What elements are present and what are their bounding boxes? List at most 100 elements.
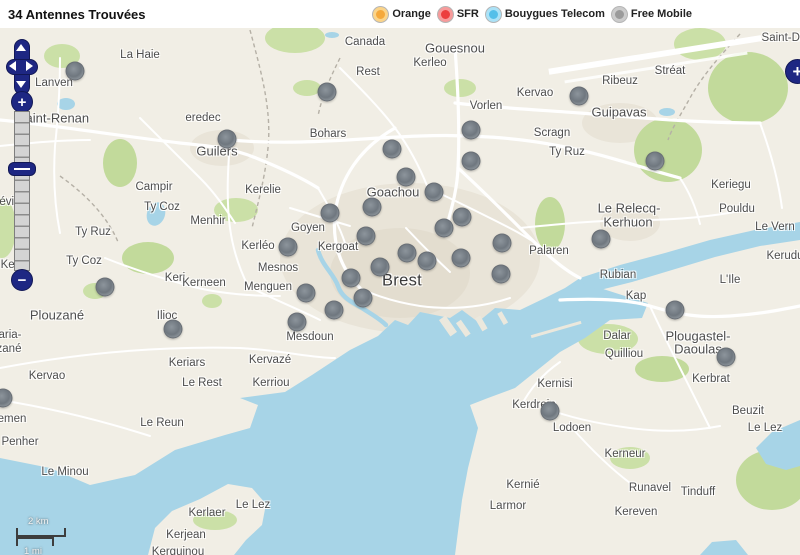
antenna-marker[interactable] (570, 87, 589, 106)
place-label: Daoulas (674, 342, 722, 357)
legend-item: Orange (373, 7, 431, 22)
antenna-marker[interactable] (363, 198, 382, 217)
place-label: Plouzané (30, 308, 84, 323)
place-label: Ty Ruz (549, 146, 585, 158)
place-label: aria- (0, 329, 22, 341)
place-label: Dalar (603, 330, 630, 342)
legend: Orange SFR Bouygues Telecom Free Mobile (373, 0, 692, 28)
legend-label: Orange (392, 8, 431, 20)
antenna-marker[interactable] (288, 313, 307, 332)
place-label: Ty Ruz (75, 226, 111, 238)
antenna-marker[interactable] (462, 121, 481, 140)
place-label: Kergoat (318, 241, 358, 253)
place-label: Kerudu (766, 250, 800, 262)
scale-mi-bar (16, 537, 54, 546)
antenna-marker[interactable] (398, 244, 417, 263)
antenna-marker[interactable] (462, 152, 481, 171)
legend-item: Free Mobile (612, 7, 692, 22)
place-label: Penher (1, 436, 38, 448)
map-canvas (0, 28, 800, 555)
place-label: Le Lez (748, 422, 783, 434)
antenna-marker[interactable] (425, 183, 444, 202)
scale-km-bar (16, 528, 66, 537)
antenna-marker[interactable] (541, 402, 560, 421)
pan-left-icon[interactable] (9, 61, 16, 71)
pan-up-icon[interactable] (16, 44, 26, 51)
scale-km-label: 2 km (16, 516, 66, 527)
antenna-marker[interactable] (371, 258, 390, 277)
place-label: Quilliou (605, 348, 643, 360)
antenna-marker[interactable] (164, 320, 183, 339)
place-label: Kerhuon (603, 215, 652, 230)
antenna-marker[interactable] (318, 83, 337, 102)
antenna-marker[interactable] (418, 252, 437, 271)
map[interactable]: + − + 2 km 1 mi La HaieCanadaGouesnouKer… (0, 28, 800, 555)
place-label: Le Lez (236, 499, 271, 511)
antenna-marker[interactable] (383, 140, 402, 159)
place-label: Mesdoun (286, 331, 333, 343)
antenna-marker[interactable] (717, 348, 736, 367)
antenna-marker[interactable] (66, 62, 85, 81)
antenna-marker[interactable] (492, 265, 511, 284)
scale-mi-label: 1 mi (16, 546, 66, 555)
pan-right-icon[interactable] (26, 61, 33, 71)
place-label: Kap (626, 290, 646, 302)
antenna-marker[interactable] (397, 168, 416, 187)
antenna-marker[interactable] (357, 227, 376, 246)
antenna-marker[interactable] (354, 289, 373, 308)
legend-label: SFR (457, 8, 479, 20)
antenna-marker[interactable] (297, 284, 316, 303)
place-label: Tinduff (681, 486, 716, 498)
antenna-marker[interactable] (646, 152, 665, 171)
place-label: Kereven (615, 506, 658, 518)
place-label: Stréat (655, 65, 686, 77)
antenna-marker[interactable] (493, 234, 512, 253)
place-label: Ty Coz (144, 201, 180, 213)
place-label: Le Minou (41, 466, 88, 478)
place-label: Goyen (291, 222, 325, 234)
legend-item: Bouygues Telecom (486, 7, 605, 22)
place-label: zané (0, 343, 21, 355)
place-label: Ribeuz (602, 75, 638, 87)
antenna-marker[interactable] (452, 249, 471, 268)
antenna-marker[interactable] (321, 204, 340, 223)
place-label: Keriars (169, 357, 205, 369)
zoom-in-button[interactable]: + (11, 91, 33, 113)
place-label: Kervao (517, 87, 553, 99)
antenna-marker[interactable] (218, 130, 237, 149)
page-title: 34 Antennes Trouvées (0, 7, 146, 22)
place-label: Menhir (190, 215, 225, 227)
legend-label: Bouygues Telecom (505, 8, 605, 20)
pan-down-icon[interactable] (16, 81, 26, 88)
place-label: Larmor (490, 500, 526, 512)
bouygues-telecom-dot-icon (486, 7, 501, 22)
zoom-slider-handle[interactable] (8, 162, 36, 176)
place-label: Canada (345, 36, 385, 48)
place-label: Le Rest (182, 377, 222, 389)
place-label: Guipavas (592, 105, 647, 120)
antenna-marker[interactable] (279, 238, 298, 257)
place-label: Vorlen (470, 100, 503, 112)
zoom-slider-track[interactable] (14, 111, 30, 271)
sfr-dot-icon (438, 7, 453, 22)
pan-control[interactable] (6, 39, 36, 93)
zoom-out-button[interactable]: − (11, 269, 33, 291)
antenna-marker[interactable] (325, 301, 344, 320)
orange-dot-icon (373, 7, 388, 22)
legend-label: Free Mobile (631, 8, 692, 20)
place-label: Pouldu (719, 203, 755, 215)
antenna-marker[interactable] (435, 219, 454, 238)
place-label: Kerbrat (692, 373, 730, 385)
place-label: Saint-Di (762, 32, 800, 44)
place-label: Ty Coz (66, 255, 102, 267)
antenna-marker[interactable] (453, 208, 472, 227)
place-label: Rubian (600, 269, 636, 281)
antenna-marker[interactable] (342, 269, 361, 288)
antenna-marker[interactable] (96, 278, 115, 297)
place-label: La Haie (120, 49, 160, 61)
antenna-marker[interactable] (592, 230, 611, 249)
place-label: Lodoen (553, 422, 591, 434)
place-label: Kerléo (241, 240, 274, 252)
place-label: L'Ile (720, 274, 741, 286)
antenna-marker[interactable] (666, 301, 685, 320)
